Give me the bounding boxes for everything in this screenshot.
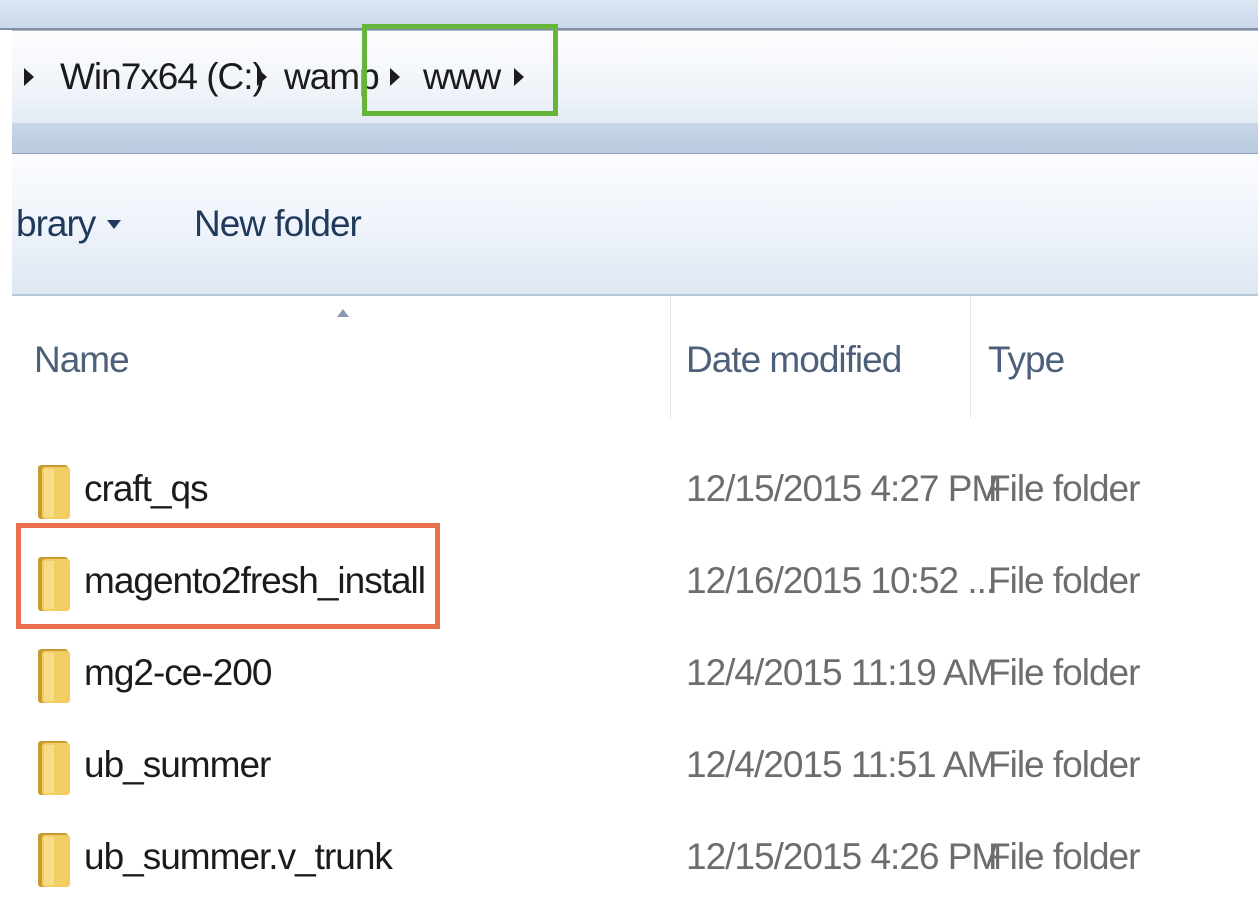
column-header-date-modified[interactable]: Date modified: [686, 320, 902, 400]
column-divider[interactable]: [670, 296, 671, 418]
chevron-right-icon: [257, 68, 267, 86]
file-name: ub_summer.v_trunk: [84, 836, 393, 877]
column-divider[interactable]: [970, 296, 971, 418]
file-type: File folder: [988, 744, 1140, 785]
breadcrumb-separator[interactable]: [24, 31, 34, 123]
file-type: File folder: [988, 652, 1140, 693]
folder-icon: [38, 741, 70, 795]
window-frame-top: [0, 0, 1258, 30]
new-folder-button[interactable]: New folder: [194, 194, 362, 254]
folder-icon: [38, 833, 70, 887]
address-bar[interactable]: Win7x64 (C:) wamp www: [12, 30, 1258, 124]
file-name: ub_summer: [84, 744, 271, 785]
file-name: mg2-ce-200: [84, 652, 272, 693]
file-date-modified: 12/15/2015 4:26 PM: [686, 836, 1002, 877]
chevron-right-icon: [24, 68, 34, 86]
path-highlight-box: [362, 24, 558, 116]
command-toolbar: brary New folder: [12, 154, 1258, 296]
chevron-down-icon: [107, 219, 122, 229]
selected-item-highlight-box: [16, 523, 440, 629]
file-row[interactable]: craft_qs 12/15/2015 4:27 PM File folder: [0, 443, 1258, 535]
toolbar-divider-band: [12, 123, 1258, 154]
folder-icon: [38, 649, 70, 703]
file-type: File folder: [988, 468, 1140, 509]
file-date-modified: 12/15/2015 4:27 PM: [686, 468, 1002, 509]
file-type: File folder: [988, 836, 1140, 877]
file-name: craft_qs: [84, 468, 209, 509]
file-type: File folder: [988, 560, 1140, 601]
breadcrumb-drive[interactable]: Win7x64 (C:): [60, 31, 265, 123]
column-header-name[interactable]: Name: [34, 320, 130, 400]
file-date-modified: 12/4/2015 11:19 AM: [686, 652, 997, 693]
column-header-type[interactable]: Type: [988, 320, 1065, 400]
file-row[interactable]: ub_summer.v_trunk 12/15/2015 4:26 PM Fil…: [0, 811, 1258, 903]
explorer-window: Win7x64 (C:) wamp www brary New folder N…: [0, 0, 1258, 903]
include-in-library-button[interactable]: brary: [16, 194, 122, 254]
file-row[interactable]: mg2-ce-200 12/4/2015 11:19 AM File folde…: [0, 627, 1258, 719]
file-date-modified: 12/4/2015 11:51 AM: [686, 744, 997, 785]
library-button-label: brary: [16, 203, 96, 244]
sort-ascending-icon: [337, 309, 349, 317]
file-date-modified: 12/16/2015 10:52 ...: [686, 560, 996, 601]
breadcrumb-separator[interactable]: [257, 31, 267, 123]
file-row[interactable]: ub_summer 12/4/2015 11:51 AM File folder: [0, 719, 1258, 811]
folder-icon: [38, 465, 70, 519]
